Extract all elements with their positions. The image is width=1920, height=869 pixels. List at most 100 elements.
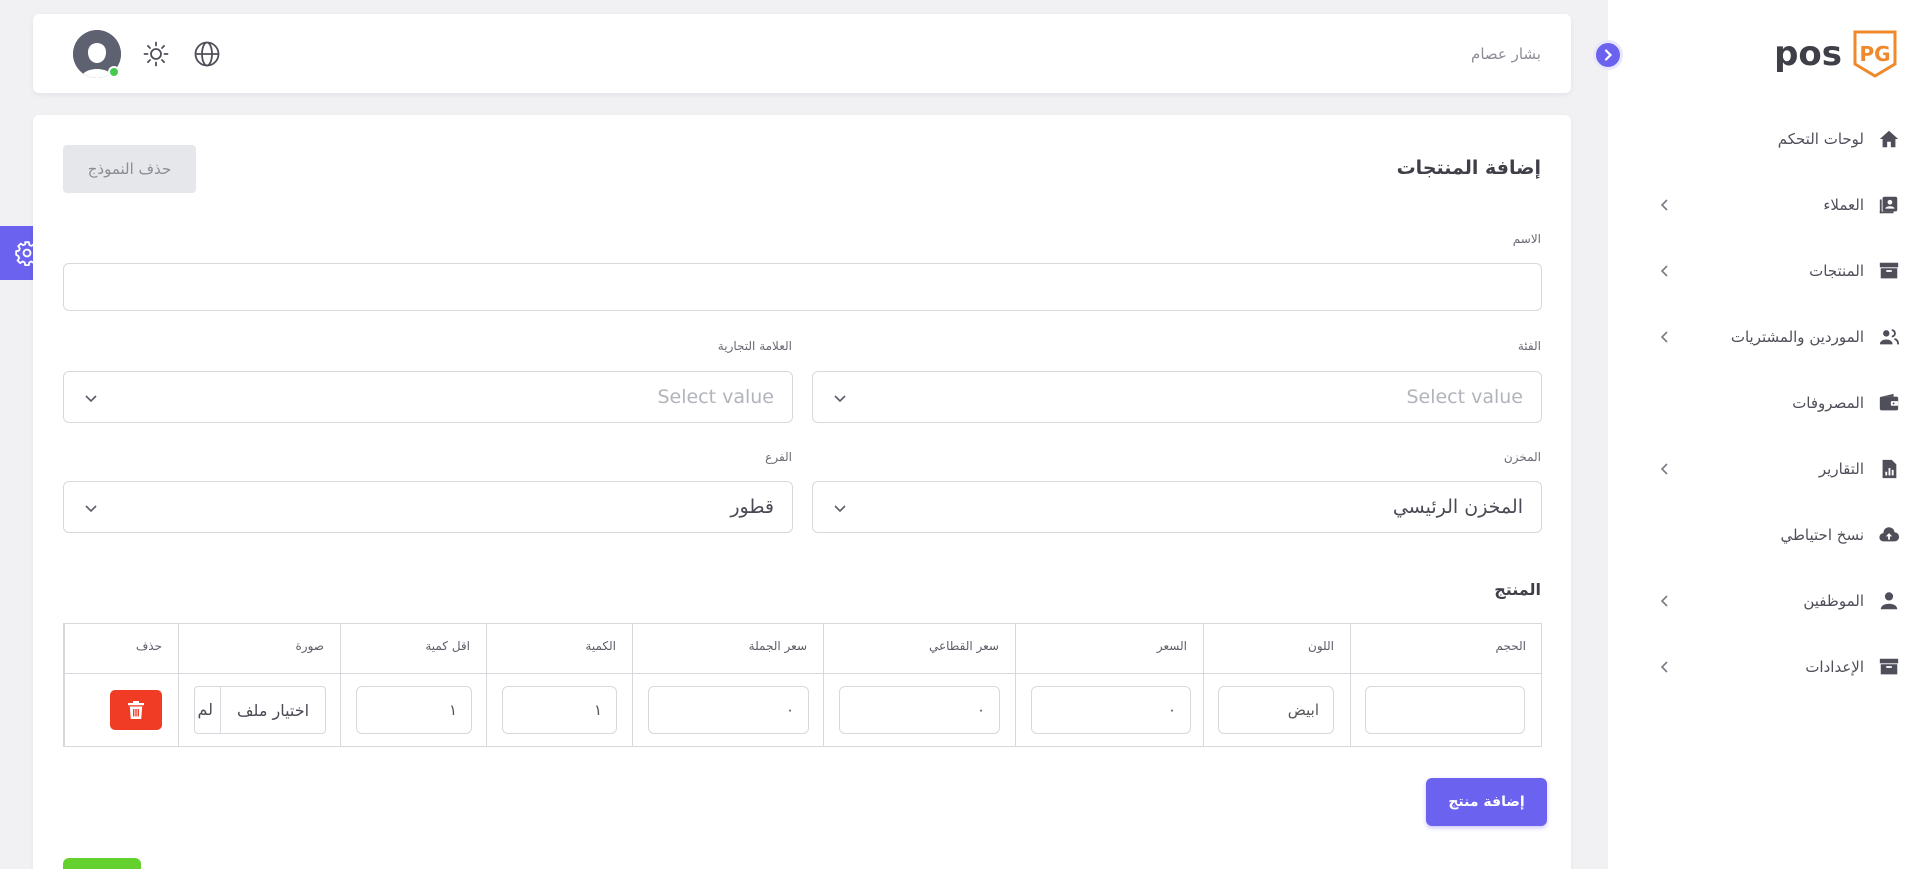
chevron-left-icon	[1656, 328, 1674, 346]
sidebar-item-customers[interactable]: العملاء	[1608, 172, 1920, 238]
sidebar-item-label: لوحات التحكم	[1777, 130, 1864, 148]
chevron-down-icon	[831, 499, 849, 517]
category-label: الفئة	[1517, 339, 1541, 353]
chevron-left-icon	[1656, 460, 1674, 478]
chevron-right-icon	[1604, 49, 1613, 61]
table-header-min-quantity: اقل كمية	[425, 639, 470, 653]
brand-logo[interactable]: pos PG	[1774, 30, 1898, 78]
trash-icon	[128, 701, 144, 719]
category-select[interactable]: Select value	[812, 371, 1542, 423]
column-image: صورة اختيار ملف لم	[178, 624, 340, 746]
report-icon	[1878, 458, 1900, 480]
column-quantity: الكمية	[486, 624, 632, 746]
size-input[interactable]	[1365, 686, 1525, 734]
chevron-left-icon	[1656, 262, 1674, 280]
retail-price-input[interactable]	[839, 686, 1000, 734]
table-header-wholesale-price: سعر الجملة	[748, 639, 807, 653]
chevron-down-icon	[82, 389, 100, 407]
category-placeholder: Select value	[1406, 386, 1523, 408]
brand-name: pos	[1774, 34, 1842, 74]
user-name: بشار عصام	[1471, 45, 1541, 63]
online-status-indicator	[108, 66, 120, 78]
sidebar-item-label: الموظفين	[1803, 592, 1864, 610]
sidebar-item-label: نسخ احتياطي	[1780, 526, 1864, 544]
sidebar-item-reports[interactable]: التقارير	[1608, 436, 1920, 502]
branch-value: قطور	[730, 496, 774, 518]
name-input[interactable]	[63, 263, 1542, 311]
sidebar-item-label: التقارير	[1818, 460, 1864, 478]
sidebar: pos PG لوحات التحكم العملاء المنتجات الم…	[1608, 0, 1920, 869]
sidebar-item-label: المنتجات	[1809, 262, 1864, 280]
branch-label: الفرع	[765, 450, 792, 464]
globe-icon[interactable]	[193, 40, 221, 68]
brand-label: العلامة التجارية	[717, 339, 792, 353]
sidebar-item-settings[interactable]: الإعدادات	[1608, 634, 1920, 700]
sidebar-item-label: الإعدادات	[1805, 658, 1864, 676]
sidebar-item-suppliers-purchases[interactable]: الموردين والمشتريات	[1608, 304, 1920, 370]
sidebar-item-label: المصروفات	[1792, 394, 1864, 412]
chevron-down-icon	[82, 499, 100, 517]
table-header-retail-price: سعر القطاعي	[928, 639, 999, 653]
brand-badge-text: PG	[1859, 42, 1890, 66]
sidebar-item-label: العملاء	[1823, 196, 1864, 214]
choose-file-button[interactable]: اختيار ملف	[220, 687, 325, 733]
sidebar-item-backup[interactable]: نسخ احتياطي	[1608, 502, 1920, 568]
sidebar-item-employees[interactable]: الموظفين	[1608, 568, 1920, 634]
warehouse-select[interactable]: المخزن الرئيسي	[812, 481, 1542, 533]
column-price: السعر	[1015, 624, 1203, 746]
home-icon	[1878, 128, 1900, 150]
color-input[interactable]	[1218, 686, 1334, 734]
archive-icon	[1878, 656, 1900, 678]
min-quantity-input[interactable]	[356, 686, 472, 734]
save-button[interactable]	[63, 858, 141, 869]
column-retail-price: سعر القطاعي	[823, 624, 1015, 746]
image-file-input[interactable]: اختيار ملف لم	[194, 686, 326, 734]
delete-form-button[interactable]: حذف النموذج	[63, 145, 196, 193]
brand-placeholder: Select value	[657, 386, 774, 408]
chevron-left-icon	[1656, 658, 1674, 676]
table-header-price: السعر	[1156, 639, 1187, 653]
column-delete: حذف	[64, 624, 178, 746]
add-product-button[interactable]: إضافة منتج	[1426, 778, 1547, 826]
sidebar-item-products[interactable]: المنتجات	[1608, 238, 1920, 304]
add-products-card: إضافة المنتجات حذف النموذج الاسم الفئة S…	[33, 115, 1571, 869]
branch-select[interactable]: قطور	[63, 481, 793, 533]
archive-icon	[1878, 260, 1900, 282]
wallet-icon	[1878, 392, 1900, 414]
name-label: الاسم	[1512, 232, 1541, 246]
contacts-icon	[1878, 194, 1900, 216]
warehouse-value: المخزن الرئيسي	[1392, 496, 1523, 518]
table-header-color: اللون	[1308, 639, 1334, 653]
user-icon	[1878, 590, 1900, 612]
column-wholesale-price: سعر الجملة	[632, 624, 823, 746]
quantity-input[interactable]	[502, 686, 617, 734]
sun-icon[interactable]	[142, 40, 170, 68]
column-size: الحجم	[1350, 624, 1542, 746]
sidebar-item-label: الموردين والمشتريات	[1730, 328, 1864, 346]
brand-select[interactable]: Select value	[63, 371, 793, 423]
column-min-quantity: اقل كمية	[340, 624, 486, 746]
chevron-down-icon	[831, 389, 849, 407]
table-header-quantity: الكمية	[585, 639, 616, 653]
delete-row-button[interactable]	[110, 690, 162, 730]
product-variants-table: الحجم اللون السعر سعر القطاعي سعر الجملة…	[63, 623, 1542, 747]
users-icon	[1878, 326, 1900, 348]
page-title: إضافة المنتجات	[1396, 157, 1541, 179]
sidebar-item-expenses[interactable]: المصروفات	[1608, 370, 1920, 436]
sidebar-item-dashboards[interactable]: لوحات التحكم	[1608, 106, 1920, 172]
table-header-size: الحجم	[1495, 639, 1526, 653]
product-section-title: المنتج	[1494, 580, 1541, 599]
warehouse-label: المخزن	[1503, 450, 1541, 464]
wholesale-price-input[interactable]	[648, 686, 809, 734]
cloud-upload-icon	[1878, 524, 1900, 546]
table-header-delete: حذف	[135, 639, 162, 653]
chevron-left-icon	[1656, 196, 1674, 214]
top-header: بشار عصام	[33, 14, 1571, 93]
file-status-text: لم	[197, 700, 213, 719]
column-color: اللون	[1203, 624, 1350, 746]
sidebar-toggle-button[interactable]	[1593, 40, 1623, 70]
table-header-image: صورة	[295, 639, 324, 653]
chevron-left-icon	[1656, 592, 1674, 610]
brand-badge-icon: PG	[1852, 30, 1898, 78]
price-input[interactable]	[1031, 686, 1191, 734]
